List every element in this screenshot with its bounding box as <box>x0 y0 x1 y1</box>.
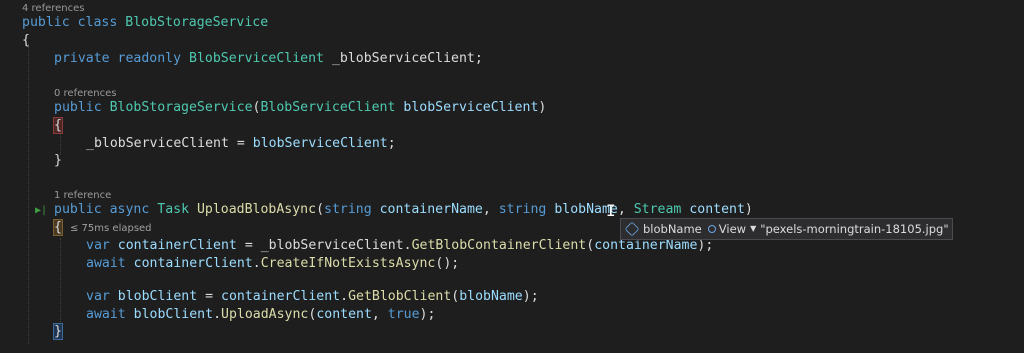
code-line-constructor: public BlobStorageService(BlobServiceCli… <box>0 99 1024 117</box>
text-cursor-icon: I <box>606 201 616 220</box>
parameter: containerName <box>379 202 483 217</box>
semicolon: ; <box>387 136 396 151</box>
local-variable: blobClient <box>117 289 198 304</box>
code-line-method-signature: public async Task UploadBlobAsync(string… <box>0 201 1024 219</box>
keyword: public <box>54 202 102 217</box>
code-line-blob-client: var blobClient = containerClient.GetBlob… <box>0 288 1024 306</box>
code-editor[interactable]: 4 references public class BlobStorageSer… <box>0 0 1024 353</box>
type-name: BlobServiceClient <box>189 51 324 66</box>
code-line-brace: { <box>0 32 1024 50</box>
keyword: class <box>77 15 118 30</box>
datatip-tooltip[interactable]: blobName View ▼ "pexels-morningtrain-181… <box>620 218 953 240</box>
keyword: await <box>86 256 126 271</box>
magnifier-icon <box>707 225 716 233</box>
paren: ) <box>744 202 753 217</box>
paren: ( <box>316 202 325 217</box>
datatip-value[interactable]: "pexels-morningtrain-18105.jpg" <box>760 219 948 239</box>
chevron-down-icon[interactable]: ▼ <box>750 219 756 239</box>
datatip-view-label: View <box>718 222 747 236</box>
keyword: readonly <box>117 51 182 66</box>
class-name: BlobStorageService <box>125 15 269 30</box>
dot: . <box>340 289 349 304</box>
keyword: string <box>324 202 372 217</box>
paren: ) <box>538 100 547 115</box>
close-brace: } <box>54 153 62 168</box>
type-name: Task <box>157 202 190 217</box>
parameter: containerName <box>594 238 698 253</box>
comma: , <box>617 202 634 217</box>
open-brace: { <box>22 33 30 48</box>
local-variable: blobClient <box>133 307 214 322</box>
close-brace: } <box>53 323 63 340</box>
variable-icon <box>624 221 640 237</box>
method-name: UploadAsync <box>221 307 309 322</box>
keyword: public <box>22 15 70 30</box>
datatip-view-button[interactable]: View ▼ <box>707 219 760 239</box>
keyword: var <box>86 238 110 253</box>
code-line-field: private readonly BlobServiceClient _blob… <box>0 50 1024 68</box>
method-name: CreateIfNotExistsAsync <box>260 256 436 271</box>
local-variable: containerClient <box>133 256 253 271</box>
call-parens: (); <box>435 256 460 271</box>
code-line-create-if-not-exists: await containerClient.CreateIfNotExistsA… <box>0 255 1024 273</box>
local-variable: containerClient <box>221 289 341 304</box>
parameter: blobName <box>459 289 523 304</box>
operator: = <box>236 238 261 253</box>
comma: , <box>482 202 499 217</box>
code-line-assignment: _blobServiceClient = blobServiceClient; <box>0 135 1024 153</box>
keyword: var <box>86 289 110 304</box>
keyword: private <box>54 51 110 66</box>
dot: . <box>252 256 261 271</box>
parameter: blobServiceClient <box>252 136 388 151</box>
datatip-variable-name: blobName <box>643 222 702 236</box>
method-name: UploadBlobAsync <box>196 202 317 217</box>
keyword: async <box>109 202 150 217</box>
parameter: content <box>689 202 745 217</box>
type-name: Stream <box>633 202 682 217</box>
field-name: _blobServiceClient <box>260 238 404 253</box>
perf-tip-elapsed: ≤ 75ms elapsed <box>70 223 152 234</box>
keyword: public <box>54 100 102 115</box>
dot: . <box>213 307 222 322</box>
field-name: _blobServiceClient <box>86 136 229 151</box>
code-line-brace: { <box>0 117 1024 135</box>
paren-semicolon: ); <box>522 289 539 304</box>
open-brace: { <box>53 117 63 134</box>
code-line-class-declaration: public class BlobStorageService <box>0 14 1024 32</box>
operator: = <box>197 289 222 304</box>
operator: = <box>228 136 253 151</box>
keyword: string <box>498 202 547 217</box>
boolean-literal: true <box>387 307 420 322</box>
method-name: GetBlobContainerClient <box>411 238 587 253</box>
paren: ( <box>586 238 595 253</box>
code-line-upload: await blobClient.UploadAsync(content, tr… <box>0 306 1024 324</box>
open-brace: { <box>53 219 63 236</box>
local-variable: containerClient <box>117 238 237 253</box>
comma: , <box>371 307 388 322</box>
code-line-brace: } <box>0 323 1024 341</box>
dot: . <box>403 238 412 253</box>
parameter: content <box>316 307 372 322</box>
paren-semicolon: ); <box>697 238 714 253</box>
field-name: _blobServiceClient <box>331 51 475 66</box>
paren-semicolon: ); <box>419 307 436 322</box>
type-name: BlobServiceClient <box>260 100 396 115</box>
semicolon: ; <box>474 51 483 66</box>
method-name: GetBlobClient <box>348 289 452 304</box>
constructor-name: BlobStorageService <box>109 100 253 115</box>
parameter: blobServiceClient <box>403 100 539 115</box>
keyword: await <box>86 307 126 322</box>
code-line-brace: } <box>0 152 1024 170</box>
